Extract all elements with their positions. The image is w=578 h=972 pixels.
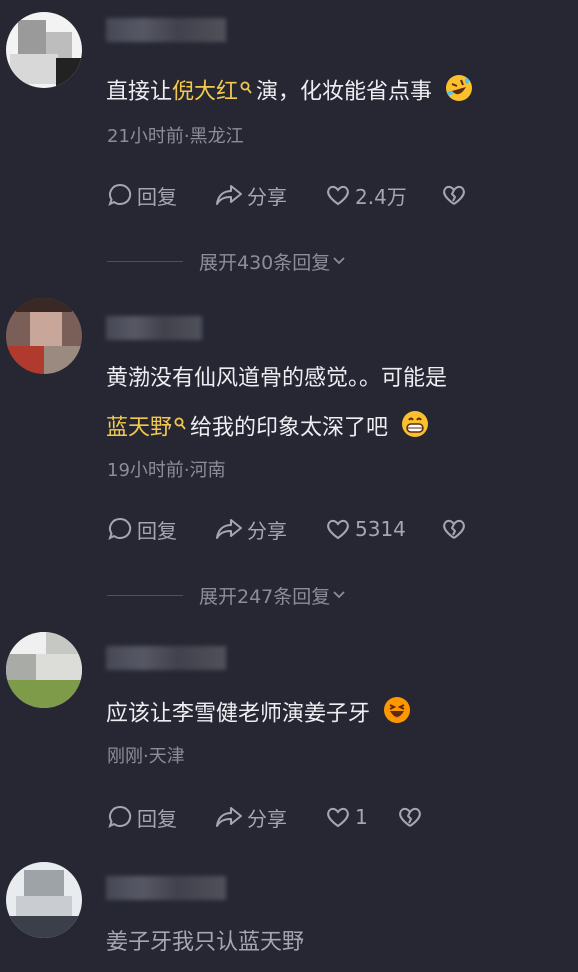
- broken-heart-icon: [443, 185, 465, 205]
- comment-meta: 21小时前·黑龙江: [107, 126, 244, 147]
- reply-button[interactable]: 回复: [107, 802, 177, 832]
- dislike-button[interactable]: [441, 514, 471, 544]
- search-icon: [174, 410, 186, 440]
- chevron-down-icon: [333, 591, 345, 599]
- username-blurred[interactable]: [106, 18, 226, 42]
- action-bar: 回复 分享 1: [107, 802, 567, 832]
- share-button[interactable]: 分享: [215, 514, 287, 544]
- expand-replies-label: 展开247条回复: [199, 585, 331, 608]
- comment-text-line-2: 蓝天野 给我的印象太深了吧: [106, 410, 429, 447]
- username-blurred[interactable]: [106, 876, 226, 900]
- comment-text-line-1: 黄渤没有仙风道骨的感觉。。可能是: [106, 366, 448, 391]
- rolling-laughing-emoji-icon: [445, 74, 473, 111]
- comment-meta: 19小时前·河南: [107, 460, 226, 481]
- comment-bubble-icon: [108, 183, 132, 206]
- search-icon: [240, 74, 252, 104]
- expand-replies[interactable]: 展开430条回复: [107, 246, 567, 276]
- broken-heart-icon: [399, 807, 421, 827]
- expand-replies[interactable]: 展开247条回复: [107, 580, 567, 610]
- expand-replies-label: 展开430条回复: [199, 251, 331, 274]
- reply-button[interactable]: 回复: [107, 180, 177, 210]
- share-button[interactable]: 分享: [215, 802, 287, 832]
- chevron-down-icon: [333, 257, 345, 265]
- like-count: 5314: [355, 517, 406, 541]
- action-bar: 回复 分享 5314: [107, 514, 567, 544]
- highlight-link[interactable]: 蓝天野: [106, 416, 172, 441]
- comment-bubble-icon: [108, 805, 132, 828]
- heart-icon: [327, 519, 349, 540]
- broken-heart-icon: [443, 519, 465, 539]
- avatar[interactable]: [6, 862, 82, 938]
- username-blurred[interactable]: [106, 316, 202, 340]
- like-button[interactable]: 5314: [325, 514, 406, 544]
- like-button[interactable]: 1: [325, 802, 368, 832]
- avatar[interactable]: [6, 632, 82, 708]
- like-button[interactable]: 2.4万: [325, 180, 407, 210]
- action-bar: 回复 分享 2.4万: [107, 180, 567, 210]
- share-arrow-icon: [216, 519, 242, 539]
- share-button[interactable]: 分享: [215, 180, 287, 210]
- comment-text: 姜子牙我只认蓝天野: [106, 930, 305, 955]
- comment-bubble-icon: [108, 517, 132, 540]
- laughing-emoji-icon: [383, 696, 411, 733]
- grinning-emoji-icon: [401, 410, 429, 447]
- heart-icon: [327, 185, 349, 206]
- share-arrow-icon: [216, 185, 242, 205]
- like-count: 1: [355, 805, 368, 829]
- reply-button[interactable]: 回复: [107, 514, 177, 544]
- username-blurred[interactable]: [106, 646, 226, 670]
- like-count: 2.4万: [355, 184, 407, 209]
- avatar[interactable]: [6, 12, 82, 88]
- comment-text: 应该让李雪健老师演姜子牙: [106, 696, 411, 733]
- divider: [107, 260, 183, 262]
- highlight-link[interactable]: 倪大红: [172, 80, 238, 105]
- dislike-button[interactable]: [397, 802, 427, 832]
- comment-meta: 刚刚·天津: [107, 746, 185, 767]
- heart-icon: [327, 807, 349, 828]
- share-arrow-icon: [216, 807, 242, 827]
- avatar[interactable]: [6, 298, 82, 374]
- dislike-button[interactable]: [441, 180, 471, 210]
- comment-text: 直接让倪大红 演，化妆能省点事: [106, 74, 473, 111]
- divider: [107, 594, 183, 596]
